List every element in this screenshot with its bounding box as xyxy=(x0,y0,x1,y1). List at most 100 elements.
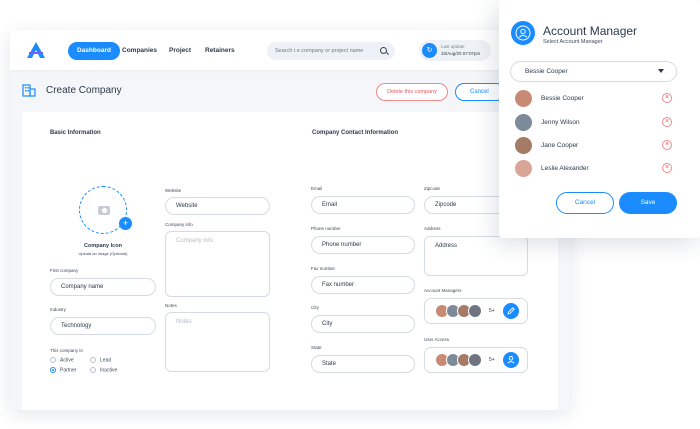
building-icon xyxy=(22,83,36,102)
add-icon[interactable]: + xyxy=(119,217,132,230)
edit-account-managers-button[interactable] xyxy=(503,303,519,319)
industry-field[interactable]: Technology xyxy=(50,317,156,335)
account-manager-icon xyxy=(511,21,535,45)
account-manager-select[interactable]: Bessie Cooper xyxy=(510,61,677,82)
chevron-down-icon[interactable] xyxy=(658,69,664,73)
selected-account-manager: Bessie Cooper xyxy=(525,68,568,75)
fax-field[interactable]: Fax number xyxy=(311,276,415,294)
user-access-field[interactable]: 5+ xyxy=(424,347,528,373)
screen: Dashboard Companies Project Retainers Se… xyxy=(0,0,700,429)
nav-project[interactable]: Project xyxy=(160,42,200,60)
pencil-icon xyxy=(507,307,515,315)
last-update-label: Last update xyxy=(441,44,465,49)
status-option-label: Partner xyxy=(60,367,77,374)
company-icon-upload[interactable]: + xyxy=(79,186,132,234)
last-update-time: 10/Aug/20 07:07pm xyxy=(441,51,481,56)
list-item[interactable]: Leslie Alexander × xyxy=(515,160,685,178)
website-field[interactable]: Website xyxy=(165,197,270,215)
email-label: Email xyxy=(311,186,323,191)
panel-save-button[interactable]: Save xyxy=(619,192,677,214)
list-item[interactable]: Bessie Cooper × xyxy=(515,90,685,108)
account-managers-label: Account Managers xyxy=(424,288,462,293)
website-label: Website xyxy=(165,188,182,193)
remove-icon[interactable]: × xyxy=(662,93,672,103)
person-name: Bessie Cooper xyxy=(541,95,584,102)
avatar xyxy=(515,137,532,154)
company-icon-hint: Upload an image (Optional) xyxy=(78,251,128,256)
contact-info-title: Company Contact Information xyxy=(312,130,399,136)
company-icon-label: Company Icon xyxy=(84,243,122,249)
person-name: Jenny Wilson xyxy=(541,119,580,126)
status-option-partner[interactable]: Partner xyxy=(50,367,76,373)
user-icon xyxy=(507,356,515,364)
avatar xyxy=(468,353,482,367)
account-manager-panel: Account Manager Select Account Manager B… xyxy=(499,0,700,238)
remove-icon[interactable]: × xyxy=(662,117,672,127)
notes-textarea[interactable]: Notes xyxy=(165,312,270,372)
avatar xyxy=(515,90,532,107)
page-header: Create Company Delete this company Cance… xyxy=(10,72,570,110)
address-label: Address xyxy=(424,226,441,231)
camera-icon xyxy=(98,206,110,215)
list-item[interactable]: Jane Cooper × xyxy=(515,137,685,155)
zipcode-label: Zipcode xyxy=(424,186,441,191)
status-option-label: Active xyxy=(60,357,74,364)
first-company-label: First company xyxy=(50,268,79,273)
phone-label: Phone number xyxy=(311,226,341,231)
nav-retainers[interactable]: Retainers xyxy=(196,42,244,60)
email-field[interactable]: Email xyxy=(311,196,415,214)
panel-subtitle: Select Account Manager xyxy=(543,39,603,45)
search-input[interactable]: Search i.e company or project name xyxy=(267,42,395,60)
account-managers-field[interactable]: 5+ xyxy=(424,298,528,324)
user-access-more: 5+ xyxy=(489,357,495,363)
add-user-access-button[interactable] xyxy=(503,352,519,368)
radio-inactive[interactable] xyxy=(90,367,96,373)
company-name-field[interactable]: Company name xyxy=(50,278,156,296)
address-textarea[interactable]: Address xyxy=(424,236,528,276)
state-field[interactable]: State xyxy=(311,355,415,373)
page-title: Create Company xyxy=(46,85,122,96)
company-info-label: Company info xyxy=(165,222,193,227)
status-option-label: Inactive xyxy=(100,367,118,374)
radio-active[interactable] xyxy=(50,357,56,363)
status-option-label: Lead xyxy=(100,357,112,364)
list-item[interactable]: Jenny Wilson × xyxy=(515,114,685,132)
city-field[interactable]: City xyxy=(311,315,415,333)
avatar xyxy=(515,114,532,131)
avatar xyxy=(515,160,532,177)
cancel-button[interactable]: Cancel xyxy=(455,83,505,101)
state-label: State xyxy=(311,345,322,350)
search-icon[interactable] xyxy=(380,47,387,54)
app-logo[interactable] xyxy=(26,41,46,64)
basic-info-title: Basic Information xyxy=(50,130,101,136)
status-option-lead[interactable]: Lead xyxy=(90,357,111,363)
remove-icon[interactable]: × xyxy=(662,163,672,173)
user-access-label: User Access xyxy=(424,337,450,342)
company-form-card: Basic Information + Company Icon Upload … xyxy=(22,112,558,410)
radio-lead[interactable] xyxy=(90,357,96,363)
panel-title: Account Manager xyxy=(543,24,638,38)
create-company-window: Dashboard Companies Project Retainers Se… xyxy=(10,30,570,410)
last-update-indicator: ↻ Last update 10/Aug/20 07:07pm xyxy=(419,40,491,61)
update-icon[interactable]: ↻ xyxy=(422,43,437,58)
notes-label: Notes xyxy=(165,303,177,308)
company-info-textarea[interactable]: Company info xyxy=(165,231,270,297)
status-option-active[interactable]: Active xyxy=(50,357,74,363)
radio-partner[interactable] xyxy=(50,367,56,373)
delete-company-button[interactable]: Delete this company xyxy=(376,83,448,101)
remove-icon[interactable]: × xyxy=(662,140,672,150)
person-name: Jane Cooper xyxy=(541,142,579,149)
phone-field[interactable]: Phone number xyxy=(311,236,415,254)
city-label: City xyxy=(311,305,319,310)
search-placeholder: Search i.e company or project name xyxy=(275,48,364,54)
industry-label: Industry xyxy=(50,307,67,312)
fax-label: Fax number xyxy=(311,266,336,271)
account-managers-more: 5+ xyxy=(489,308,495,314)
nav-companies[interactable]: Companies xyxy=(113,42,166,60)
status-option-inactive[interactable]: Inactive xyxy=(90,367,117,373)
status-label: This company is: xyxy=(50,348,84,353)
panel-cancel-button[interactable]: Cancel xyxy=(556,192,614,214)
top-navigation-bar: Dashboard Companies Project Retainers Se… xyxy=(10,30,570,70)
person-name: Leslie Alexander xyxy=(541,165,589,172)
avatar xyxy=(468,304,482,318)
